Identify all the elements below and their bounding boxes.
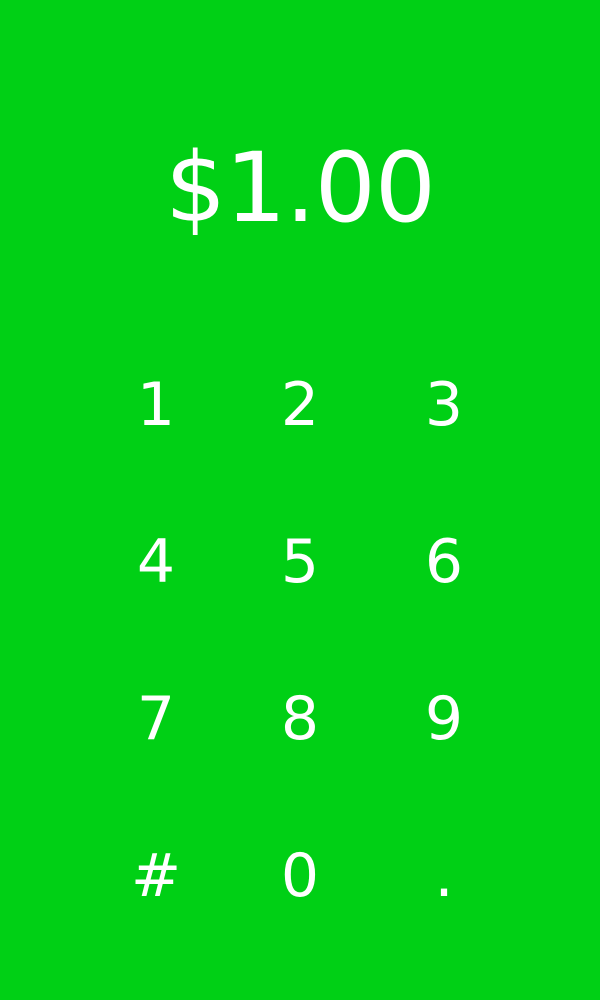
- key-6[interactable]: 6: [372, 483, 516, 640]
- key-8[interactable]: 8: [228, 640, 372, 797]
- key-label: 0: [280, 840, 320, 911]
- key-label: .: [434, 840, 454, 911]
- key-4[interactable]: 4: [84, 483, 228, 640]
- key-label: 4: [136, 526, 176, 597]
- key-5[interactable]: 5: [228, 483, 372, 640]
- key-label: #: [130, 840, 182, 911]
- key-1[interactable]: 1: [84, 326, 228, 483]
- key-label: 6: [424, 526, 464, 597]
- key-7[interactable]: 7: [84, 640, 228, 797]
- key-label: 3: [424, 369, 464, 440]
- key-label: 9: [424, 683, 464, 754]
- key-label: 8: [280, 683, 320, 754]
- numeric-keypad: 1 2 3 4 5 6 7 8 9 # 0 .: [84, 326, 516, 954]
- key-0[interactable]: 0: [228, 797, 372, 954]
- key-label: 5: [280, 526, 320, 597]
- key-3[interactable]: 3: [372, 326, 516, 483]
- key-label: 1: [136, 369, 176, 440]
- key-2[interactable]: 2: [228, 326, 372, 483]
- key-hash[interactable]: #: [84, 797, 228, 954]
- key-label: 2: [280, 369, 320, 440]
- key-9[interactable]: 9: [372, 640, 516, 797]
- amount-display: $1.00: [165, 132, 436, 244]
- key-decimal[interactable]: .: [372, 797, 516, 954]
- key-label: 7: [136, 683, 176, 754]
